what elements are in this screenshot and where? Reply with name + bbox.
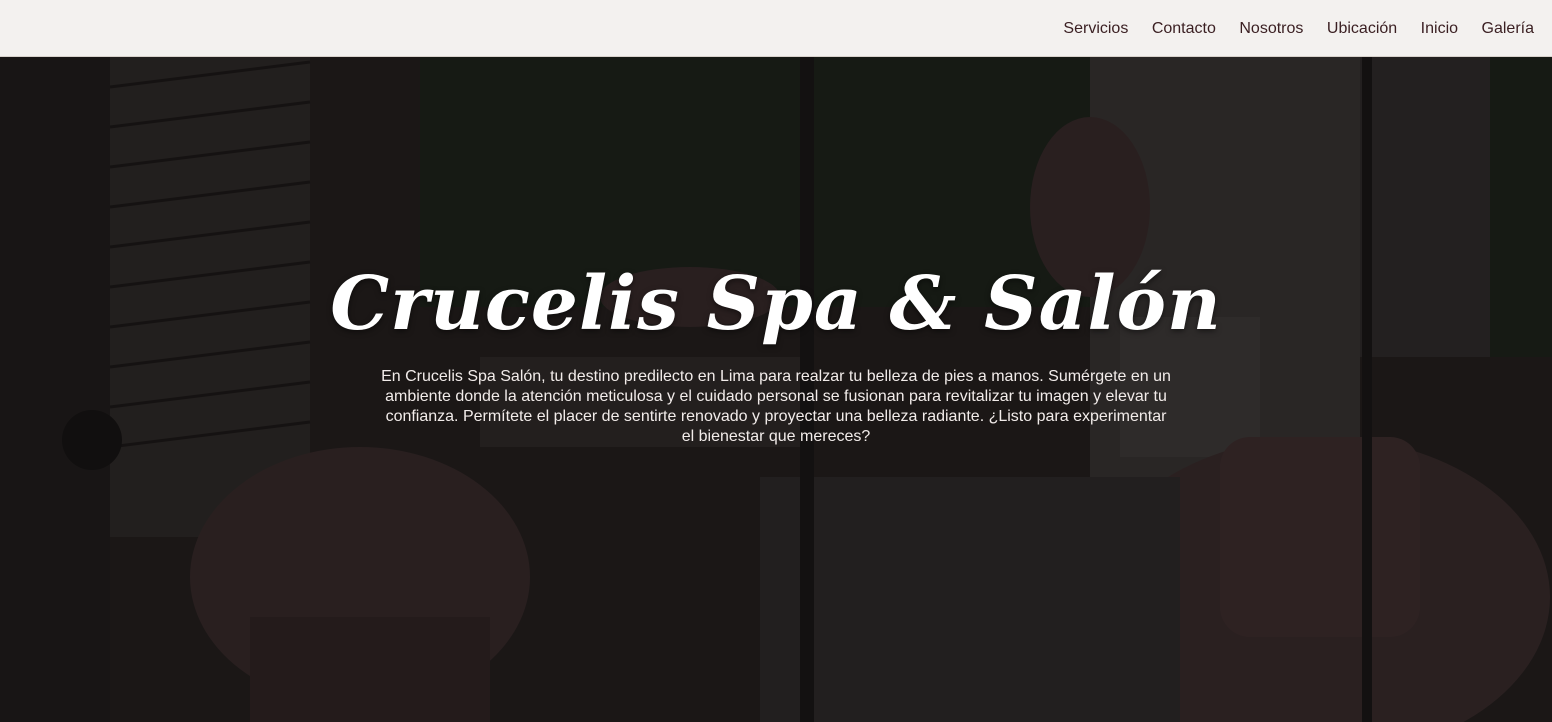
nav-link-inicio[interactable]: Inicio xyxy=(1397,20,1458,37)
nav-link-contacto[interactable]: Contacto xyxy=(1128,20,1216,37)
top-navbar: Servicios Contacto Nosotros Ubicación In… xyxy=(0,0,1552,57)
nav-link-servicios[interactable]: Servicios xyxy=(1040,20,1128,37)
nav-link-ubicacion[interactable]: Ubicación xyxy=(1303,20,1397,37)
nav-menu: Servicios Contacto Nosotros Ubicación In… xyxy=(1040,0,1534,57)
nav-link-nosotros[interactable]: Nosotros xyxy=(1216,20,1303,37)
hero-section: Crucelis Spa & Salón En Crucelis Spa Sal… xyxy=(0,57,1552,722)
nav-link-galeria[interactable]: Galería xyxy=(1458,20,1534,37)
hero-description: En Crucelis Spa Salón, tu destino predil… xyxy=(381,368,1171,445)
hero-content: Crucelis Spa & Salón En Crucelis Spa Sal… xyxy=(0,267,1552,447)
hero-title: Crucelis Spa & Salón xyxy=(330,261,1222,347)
